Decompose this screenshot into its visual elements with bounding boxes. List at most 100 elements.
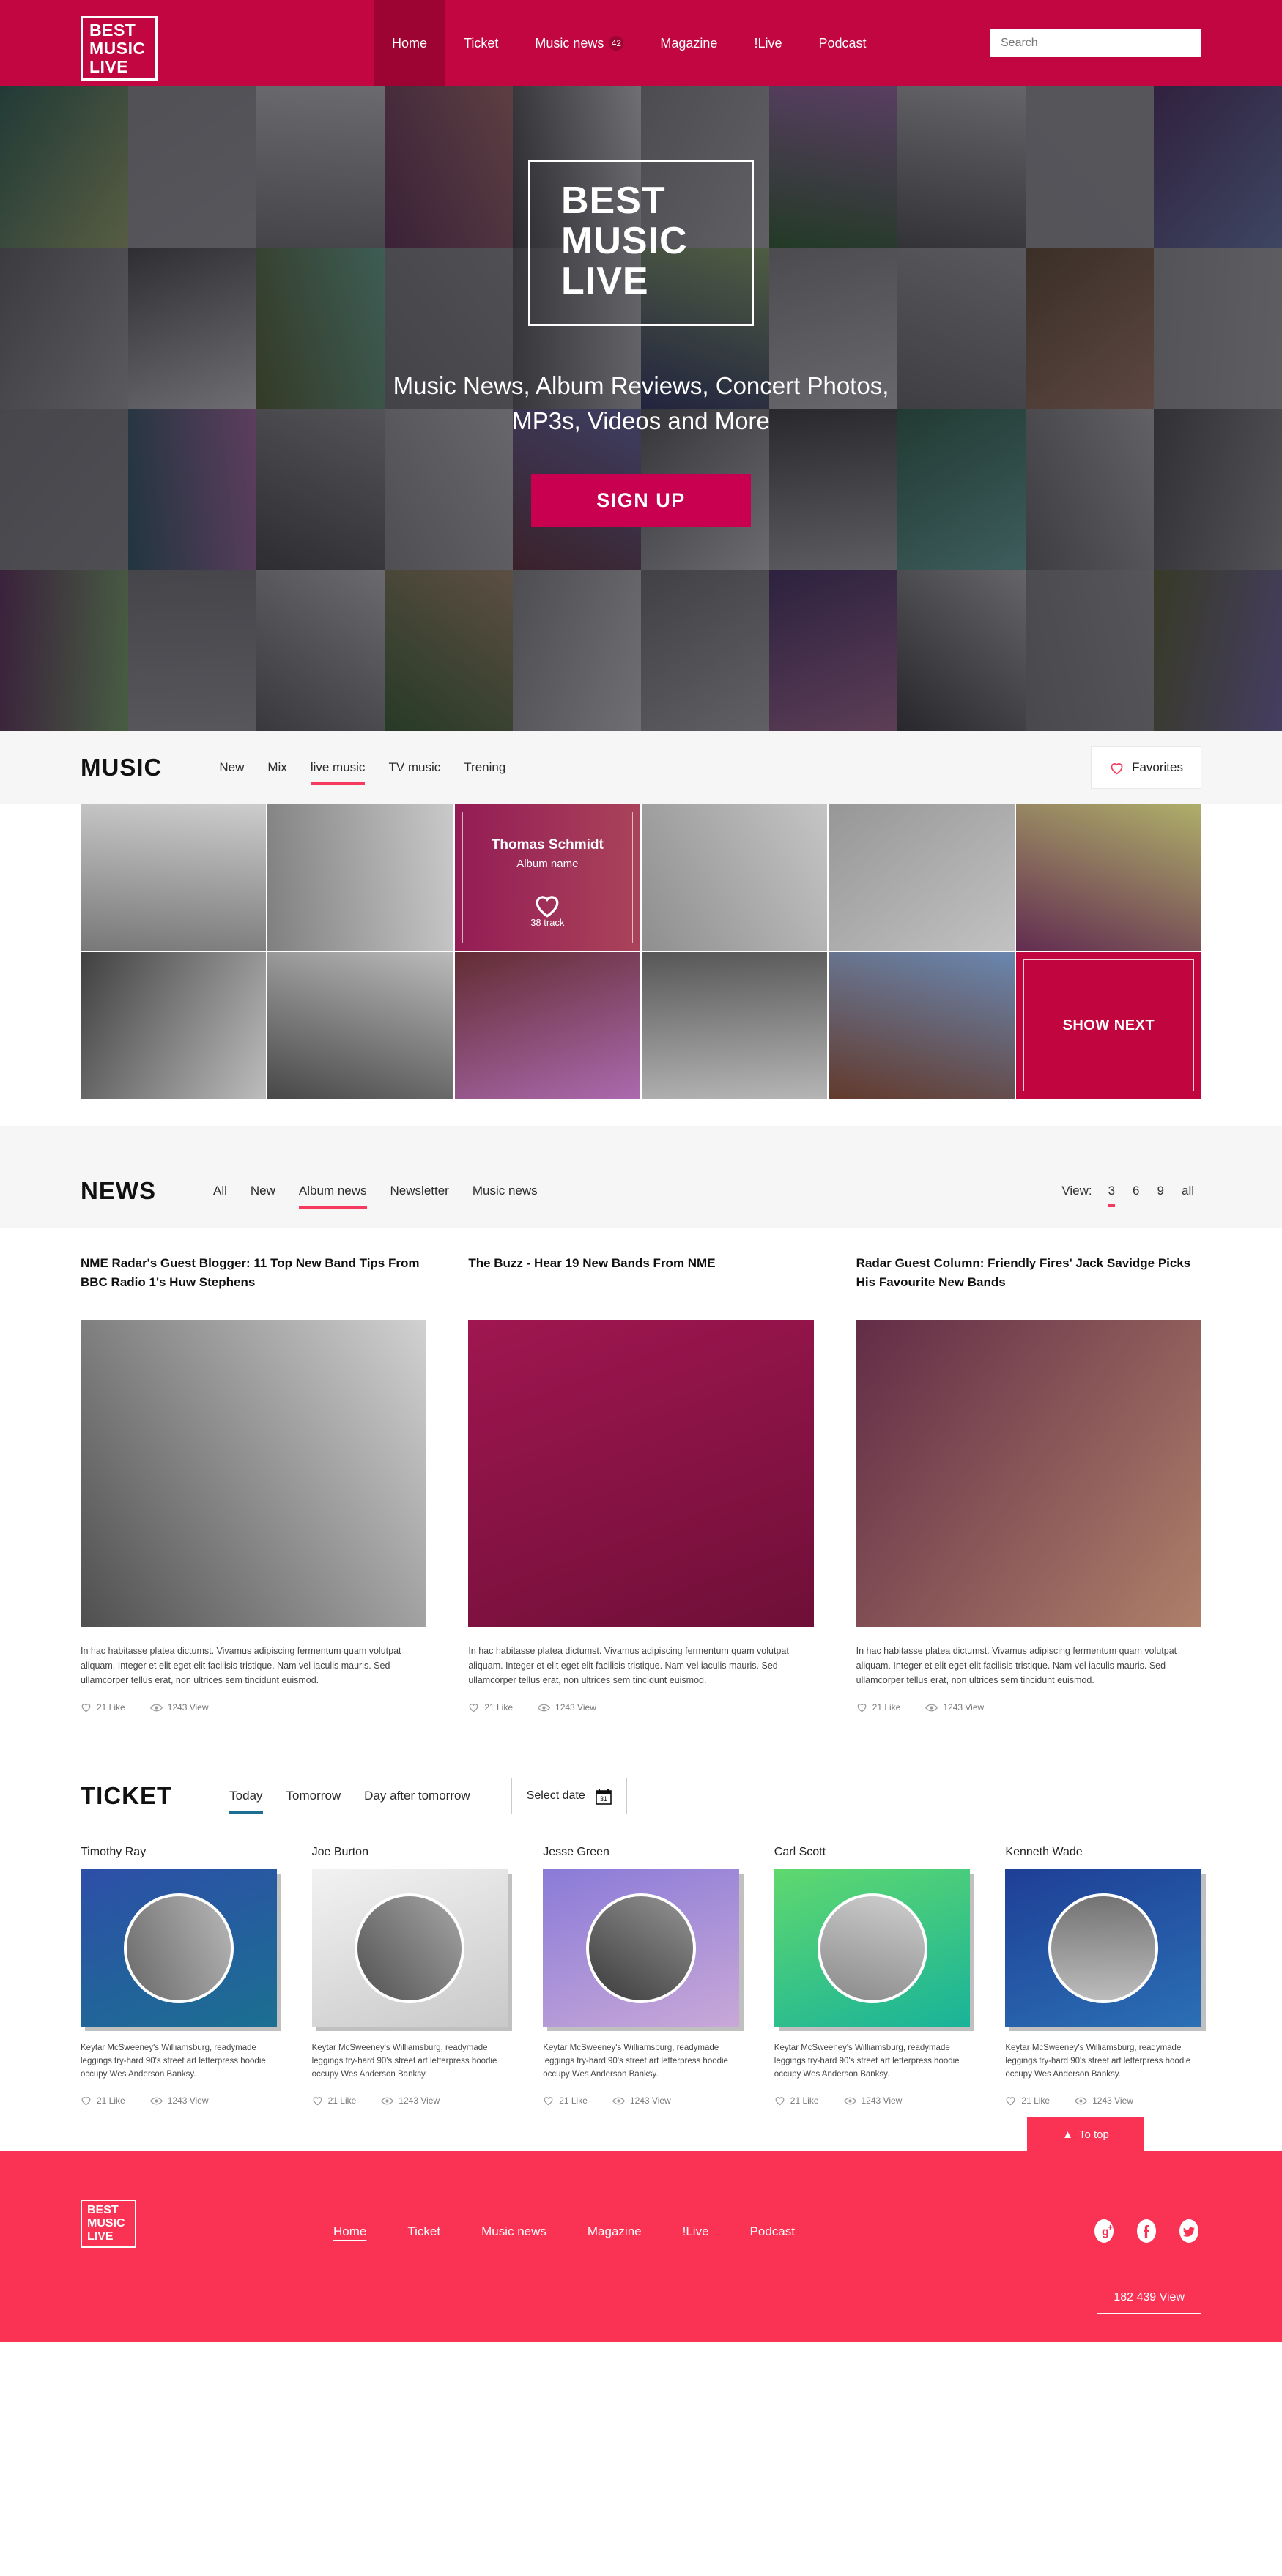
footer-nav: Home Ticket Music news Magazine !Live Podcast [333, 2224, 795, 2239]
footer-nav-item-live[interactable]: !Live [683, 2224, 709, 2239]
favorites-button[interactable]: Favorites [1091, 746, 1201, 789]
music-thumbnail[interactable] [454, 952, 640, 1099]
like-label: 21 Like [790, 2096, 819, 2106]
tab-trening[interactable]: Trening [452, 756, 517, 779]
like-count[interactable]: 21 Like [468, 1702, 513, 1712]
footer-social-links: g + [1092, 2219, 1201, 2243]
view-option-9[interactable]: 9 [1150, 1179, 1171, 1203]
like-count[interactable]: 21 Like [543, 2096, 588, 2106]
nav-item-ticket[interactable]: Ticket [445, 0, 516, 86]
nav-item-home[interactable]: Home [374, 0, 446, 86]
ticket-card-art[interactable] [543, 1869, 744, 2031]
ticket-card-art[interactable] [311, 1869, 513, 2031]
news-card[interactable]: Radar Guest Column: Friendly Fires' Jack… [856, 1254, 1201, 1712]
view-label: 1243 View [167, 2096, 209, 2106]
view-option-3[interactable]: 3 [1101, 1179, 1122, 1207]
nav-item-podcast[interactable]: Podcast [800, 0, 884, 86]
tab-music-news[interactable]: Music news [461, 1179, 549, 1203]
select-date-button[interactable]: Select date 31 [511, 1778, 627, 1814]
view-option-6[interactable]: 6 [1125, 1179, 1146, 1203]
album-artist: Thomas Schmidt [491, 837, 604, 853]
twitter-icon[interactable] [1177, 2219, 1201, 2243]
album-track-count: 38 track [530, 917, 565, 928]
tab-newsletter[interactable]: Newsletter [379, 1179, 461, 1203]
ticket-artist-name: Kenneth Wade [1005, 1846, 1083, 1858]
footer-logo-line-1: BEST [87, 2204, 119, 2216]
sign-up-button[interactable]: SIGN UP [531, 474, 751, 527]
view-label: 1243 View [1092, 2096, 1133, 2106]
tab-live-music[interactable]: live music [299, 756, 377, 785]
ticket-card-art[interactable] [81, 1869, 281, 2031]
site-logo[interactable]: BEST MUSIC LIVE [81, 16, 158, 81]
nav-item-live[interactable]: !Live [736, 0, 800, 86]
nav-item-magazine[interactable]: Magazine [642, 0, 736, 86]
tab-new[interactable]: New [207, 756, 256, 779]
ticket-card[interactable]: Timothy Ray Keytar McSweeney's Williamsbu… [81, 1846, 281, 2106]
news-card-image[interactable] [81, 1320, 426, 1627]
music-thumbnail[interactable] [829, 952, 1015, 1099]
tab-new[interactable]: New [239, 1179, 287, 1203]
tab-mix[interactable]: Mix [256, 756, 298, 779]
site-view-counter: 182 439 View [1097, 2282, 1201, 2314]
view-label: 1243 View [167, 1702, 209, 1712]
tab-all[interactable]: All [201, 1179, 239, 1203]
music-thumbnail[interactable] [829, 804, 1015, 951]
ticket-card-body: Keytar McSweeney's Williamsburg, readyma… [1005, 2044, 1191, 2079]
search-input[interactable] [990, 29, 1201, 57]
music-thumbnail[interactable] [1015, 804, 1201, 951]
news-card[interactable]: The Buzz - Hear 19 New Bands From NME In … [468, 1254, 814, 1712]
music-thumbnail[interactable] [641, 952, 828, 1099]
like-count[interactable]: 21 Like [1005, 2096, 1050, 2106]
ticket-card-meta: 21 Like 1243 View [81, 2096, 277, 2106]
ticket-card[interactable]: Kenneth Wade Keytar McSweeney's Williamsb… [1005, 1846, 1206, 2106]
news-card[interactable]: NME Radar's Guest Blogger: 11 Top New Ba… [81, 1254, 426, 1712]
google-plus-icon[interactable]: g + [1092, 2219, 1116, 2243]
tab-album-news[interactable]: Album news [287, 1179, 379, 1209]
footer-nav-item-magazine[interactable]: Magazine [588, 2224, 642, 2239]
tab-today[interactable]: Today [218, 1784, 274, 1814]
footer-nav-item-music-news[interactable]: Music news [481, 2224, 546, 2239]
view-label: 1243 View [943, 1702, 985, 1712]
footer-logo-line-3: LIVE [87, 2230, 114, 2243]
news-card-image[interactable] [468, 1320, 814, 1627]
like-count[interactable]: 21 Like [856, 1702, 900, 1712]
tab-tv-music[interactable]: TV music [377, 756, 452, 779]
music-thumbnail[interactable] [81, 804, 267, 951]
tab-tomorrow[interactable]: Tomorrow [275, 1784, 353, 1808]
like-label: 21 Like [484, 1702, 514, 1712]
music-thumbnail[interactable] [267, 804, 453, 951]
view-count: 1243 View [925, 1702, 984, 1712]
ticket-card-art[interactable] [774, 1869, 975, 2031]
eye-icon [149, 2097, 163, 2104]
heart-icon[interactable] [533, 892, 562, 918]
album-card[interactable]: Thomas Schmidt Album name 38 track [454, 804, 640, 951]
music-thumbnail[interactable] [267, 952, 453, 1099]
footer-nav-item-ticket[interactable]: Ticket [407, 2224, 440, 2239]
ticket-card[interactable]: Joe Burton Keytar McSweeney's Williamsbur… [311, 1846, 513, 2106]
news-card-image[interactable] [856, 1320, 1201, 1627]
to-top-button[interactable]: ▲ To top [1027, 2117, 1144, 2151]
facebook-icon[interactable] [1134, 2219, 1159, 2243]
ticket-card[interactable]: Carl Scott Keytar McSweeney's Williamsbur… [774, 1846, 975, 2106]
footer-nav-item-podcast[interactable]: Podcast [750, 2224, 795, 2239]
like-count[interactable]: 21 Like [312, 2096, 356, 2106]
tab-day-after-tomorrow[interactable]: Day after tomorrow [352, 1784, 482, 1808]
like-count[interactable]: 21 Like [774, 2096, 819, 2106]
ticket-card-art[interactable] [1005, 1869, 1206, 2031]
eye-icon [538, 1704, 551, 1711]
footer-nav-item-home[interactable]: Home [333, 2224, 366, 2239]
music-section-header-band: MUSIC New Mix live music TV music Trening Fa… [0, 731, 1282, 804]
like-count[interactable]: 21 Like [81, 2096, 125, 2106]
view-option-all[interactable]: all [1174, 1179, 1201, 1203]
like-count[interactable]: 21 Like [81, 1702, 125, 1712]
show-next-button[interactable]: SHOW NEXT [1015, 952, 1201, 1099]
view-count: 1243 View [612, 2096, 671, 2106]
news-card-title: Radar Guest Column: Friendly Fires' Jack… [856, 1256, 1191, 1289]
ticket-card-meta: 21 Like 1243 View [543, 2096, 739, 2106]
footer-logo[interactable]: BEST MUSIC LIVE [81, 2200, 136, 2248]
ticket-card[interactable]: Jesse Green Keytar McSweeney's Williamsbu… [543, 1846, 744, 2106]
music-thumbnail[interactable] [641, 804, 828, 951]
nav-item-music-news[interactable]: Music news 42 [516, 0, 642, 86]
music-thumbnail[interactable] [81, 952, 267, 1099]
calendar-icon: 31 [595, 1788, 612, 1805]
